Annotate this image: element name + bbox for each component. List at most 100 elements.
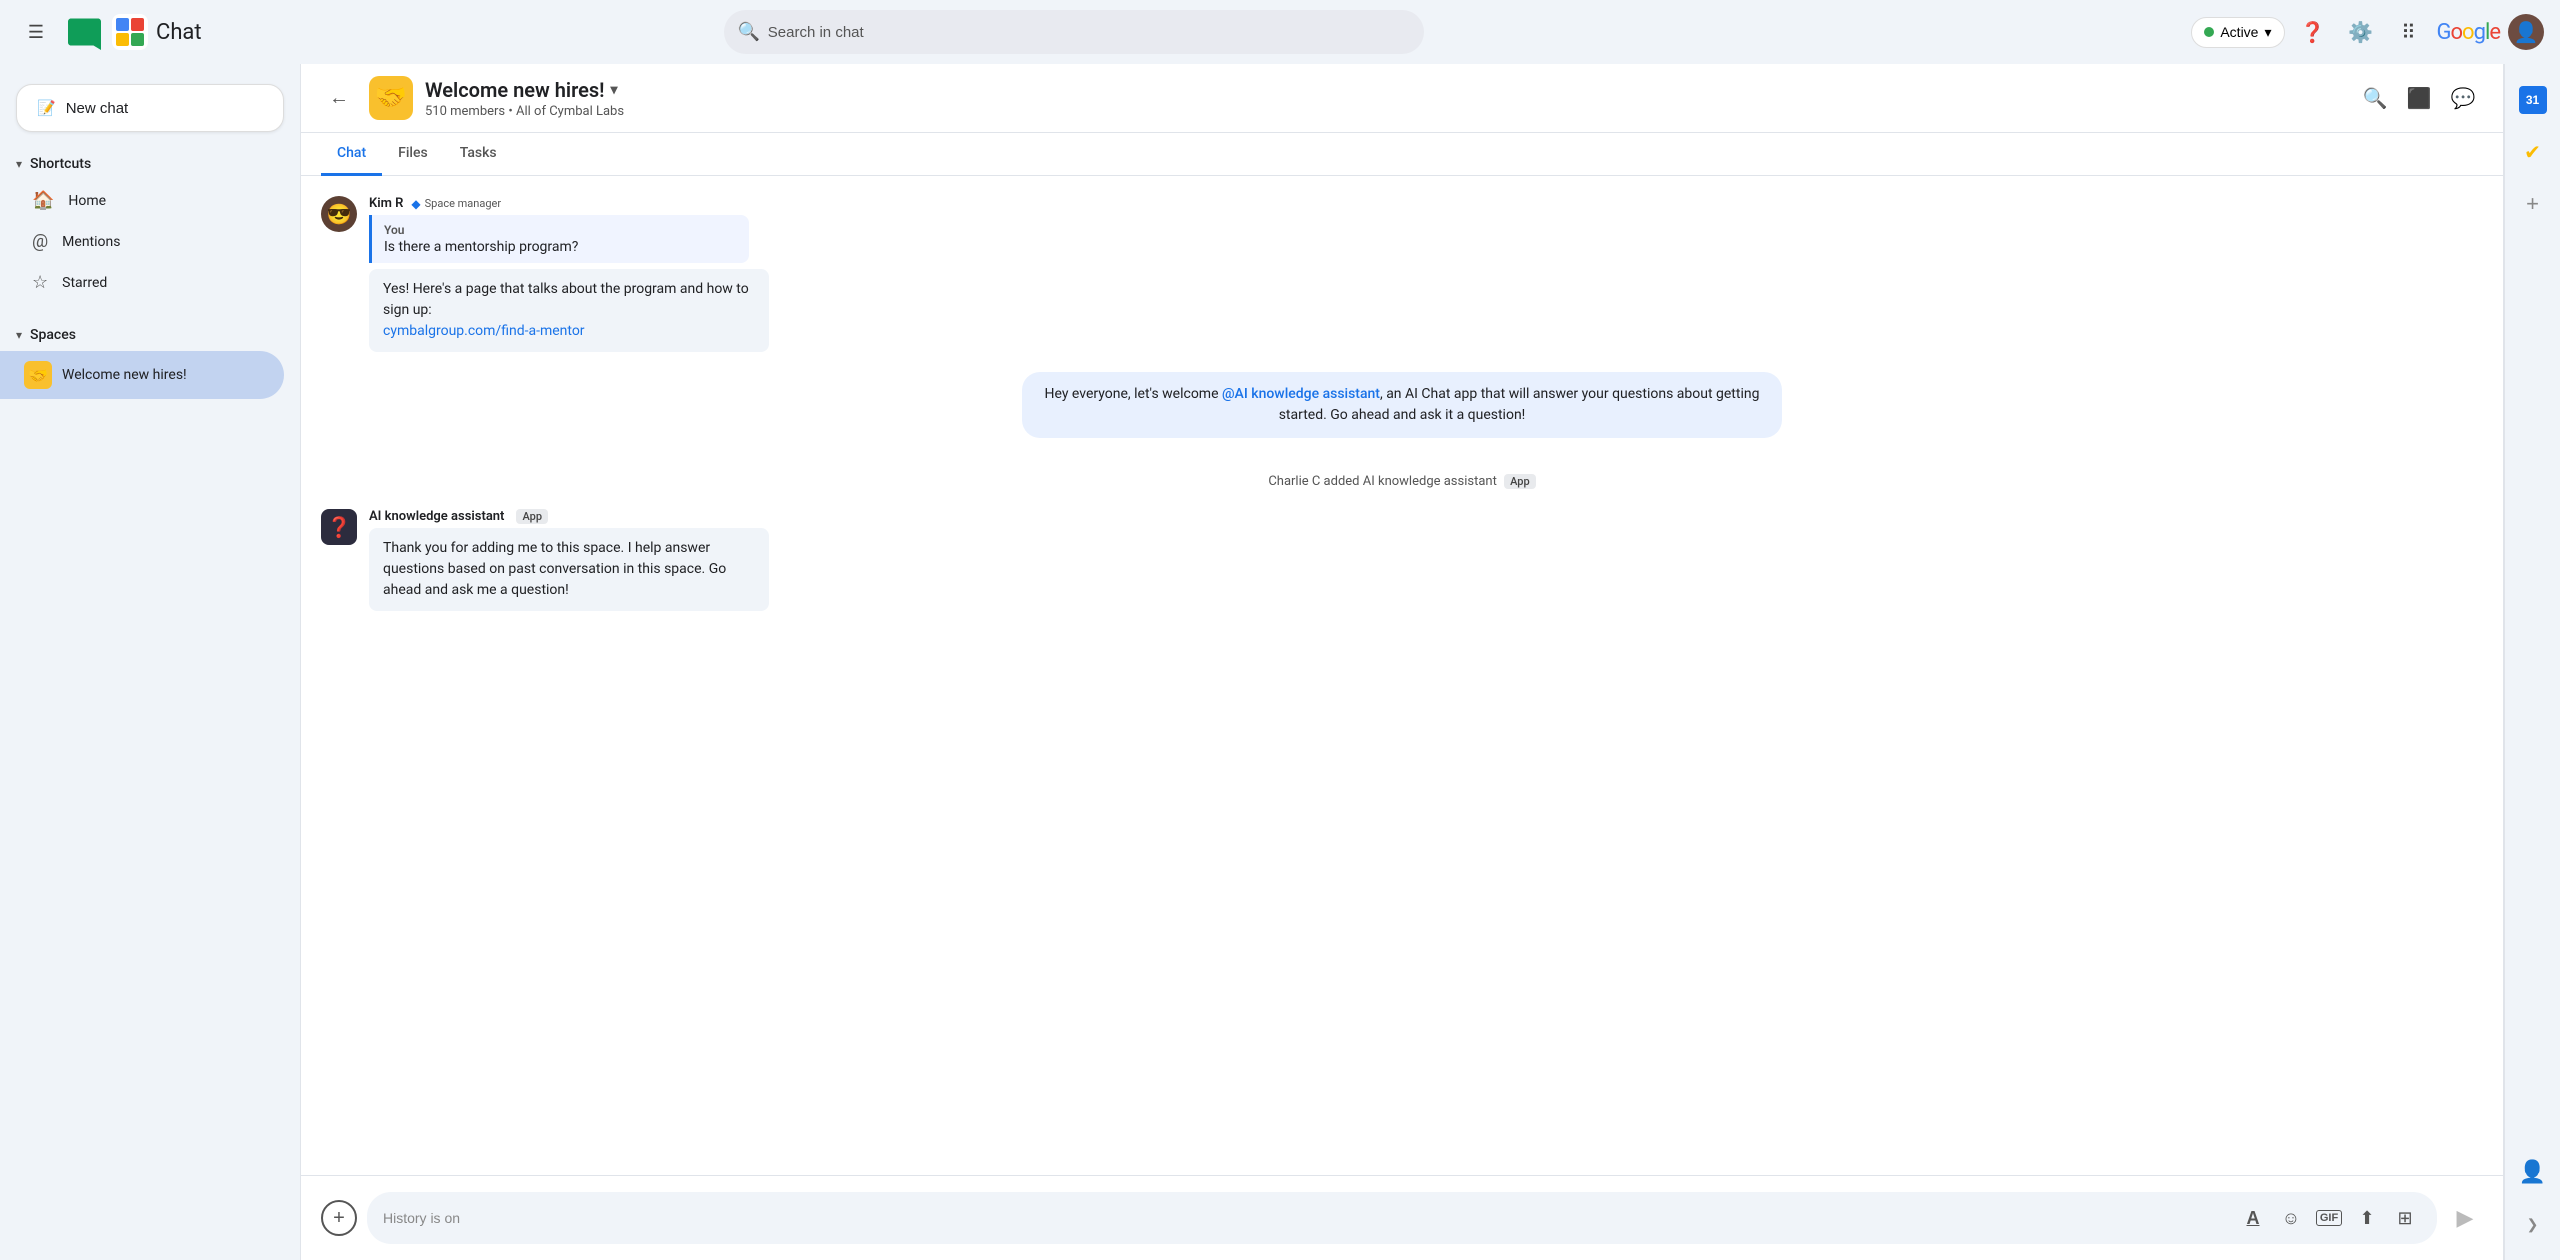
tab-chat-label: Chat — [337, 145, 366, 161]
topbar: ☰ Chat — [0, 0, 2560, 64]
home-label: Home — [68, 193, 106, 209]
upload-icon: ⬆ — [2359, 1208, 2374, 1229]
response-bubble: Yes! Here's a page that talks about the … — [369, 269, 769, 352]
spaces-label: Spaces — [30, 327, 76, 343]
messages-area[interactable]: 😎 Kim R ◆ Space manager You Is there a m… — [301, 176, 2503, 1175]
emoji-icon: ☺ — [2282, 1208, 2300, 1229]
apps-grid-button[interactable]: ⠿ — [2389, 12, 2429, 52]
system-text: Charlie C added AI knowledge assistant — [1268, 474, 1497, 489]
ai-response-text: Thank you for adding me to this space. I… — [383, 540, 726, 598]
new-chat-button[interactable]: 📝 New chat — [16, 84, 284, 132]
search-chat-button[interactable]: 🔍 — [2355, 78, 2395, 118]
user-avatar[interactable]: 👤 — [2508, 14, 2544, 50]
message-group-kim: 😎 Kim R ◆ Space manager You Is there a m… — [321, 196, 2483, 352]
separator: • — [508, 104, 516, 119]
diamond-icon: ◆ — [411, 197, 420, 211]
calendar-icon: 31 — [2519, 86, 2547, 114]
shortcuts-section-header[interactable]: ▾ Shortcuts — [0, 148, 300, 180]
sidebar-item-mentions[interactable]: @ Mentions — [0, 221, 284, 262]
add-attachment-button[interactable]: + — [321, 1200, 357, 1236]
emoji-button[interactable]: ☺ — [2275, 1202, 2307, 1234]
mentions-label: Mentions — [62, 234, 120, 250]
search-input[interactable] — [724, 10, 1424, 54]
kim-sender-row: Kim R ◆ Space manager — [369, 196, 2483, 211]
star-icon: ☆ — [32, 272, 48, 293]
space-header-emoji: 🤝 — [369, 76, 413, 120]
expand-panel-button[interactable]: ❯ — [2513, 1204, 2553, 1244]
back-button[interactable]: ← — [321, 80, 357, 116]
ai-avatar: ❓ — [321, 509, 357, 545]
shortcuts-label: Shortcuts — [30, 156, 91, 172]
tab-files-label: Files — [398, 145, 428, 161]
spaces-section-header[interactable]: ▾ Spaces — [0, 319, 300, 351]
upload-button[interactable]: ⬆ — [2351, 1202, 2383, 1234]
chat-header-info: Welcome new hires! ▾ 510 members • All o… — [425, 78, 2343, 119]
gif-icon: GIF — [2316, 1210, 2342, 1226]
space-manager-badge: ◆ Space manager — [411, 197, 501, 211]
space-title-text: Welcome new hires! — [425, 78, 605, 102]
kim-message-content: Kim R ◆ Space manager You Is there a men… — [369, 196, 2483, 352]
google-chat-logo — [112, 14, 148, 50]
ai-app-badge: App — [516, 509, 548, 524]
grid-icon: ⠿ — [2401, 20, 2416, 45]
menu-button[interactable]: ☰ — [16, 12, 56, 52]
you-label: You — [384, 223, 737, 237]
active-status-button[interactable]: Active ▾ — [2191, 17, 2284, 48]
kim-sender-name: Kim R — [369, 196, 403, 211]
members-count: 510 members — [425, 104, 505, 119]
right-sidebar: 31 ✔ + 👤 ❯ — [2504, 64, 2560, 1260]
ai-mention[interactable]: @AI knowledge assistant — [1222, 386, 1380, 402]
mentor-link[interactable]: cymbalgroup.com/find-a-mentor — [383, 323, 585, 339]
hamburger-icon: ☰ — [28, 22, 44, 43]
format-text-button[interactable]: A — [2237, 1202, 2269, 1234]
question-text: Is there a mentorship program? — [384, 239, 737, 255]
message-group-ai: ❓ AI knowledge assistant App Thank you f… — [321, 509, 2483, 611]
chat-tabs: Chat Files Tasks — [301, 133, 2503, 176]
active-chevron-icon: ▾ — [2264, 24, 2271, 41]
topbar-right: Active ▾ ❓ ⚙️ ⠿ Google 👤 — [2191, 12, 2544, 52]
video-button[interactable]: ⬛ — [2399, 78, 2439, 118]
ai-sender-row: AI knowledge assistant App — [369, 509, 2483, 524]
space-title-button[interactable]: Welcome new hires! ▾ — [425, 78, 2343, 102]
expand-button[interactable]: + — [2513, 184, 2553, 224]
message-input[interactable] — [383, 1210, 2229, 1226]
thread-button[interactable]: 💬 — [2443, 78, 2483, 118]
settings-button[interactable]: ⚙️ — [2341, 12, 2381, 52]
calendar-button[interactable]: 31 — [2513, 80, 2553, 120]
contacts-button[interactable]: 👤 — [2513, 1152, 2553, 1192]
quoted-message: You Is there a mentorship program? — [369, 215, 749, 263]
add-widget-button[interactable]: ⊞ — [2389, 1202, 2421, 1234]
tab-tasks[interactable]: Tasks — [444, 133, 513, 176]
broadcast-wrapper: Hey everyone, let's welcome @AI knowledg… — [321, 372, 2483, 458]
tab-tasks-label: Tasks — [460, 145, 497, 161]
sidebar-item-home[interactable]: 🏠 Home — [0, 180, 284, 221]
system-message: Charlie C added AI knowledge assistant A… — [321, 474, 2483, 489]
ai-sender-name: AI knowledge assistant — [369, 509, 504, 524]
space-members-info: 510 members • All of Cymbal Labs — [425, 104, 2343, 119]
app-name-label: Chat — [156, 20, 202, 45]
plus-icon: + — [2526, 191, 2539, 217]
format-text-icon: A — [2247, 1208, 2260, 1229]
thread-icon: 💬 — [2451, 86, 2476, 111]
space-item-welcome-new-hires[interactable]: 🤝 Welcome new hires! — [0, 351, 284, 399]
gif-button[interactable]: GIF — [2313, 1202, 2345, 1234]
help-button[interactable]: ❓ — [2293, 12, 2333, 52]
broadcast-message: Hey everyone, let's welcome @AI knowledg… — [1022, 372, 1782, 438]
starred-label: Starred — [62, 275, 107, 291]
help-icon: ❓ — [2300, 20, 2325, 45]
add-icon: + — [333, 1207, 345, 1230]
chat-header-actions: 🔍 ⬛ 💬 — [2355, 78, 2483, 118]
sidebar-item-starred[interactable]: ☆ Starred — [0, 262, 284, 303]
chat-logo-icon — [68, 14, 104, 50]
response-text: Yes! Here's a page that talks about the … — [383, 281, 749, 318]
contacts-icon: 👤 — [2519, 1159, 2546, 1185]
tasks-button[interactable]: ✔ — [2513, 132, 2553, 172]
tab-chat[interactable]: Chat — [321, 133, 382, 176]
video-icon: ⬛ — [2407, 86, 2432, 111]
tab-files[interactable]: Files — [382, 133, 444, 176]
space-emoji-icon: 🤝 — [24, 361, 52, 389]
send-icon: ▶ — [2457, 1205, 2474, 1231]
send-button[interactable]: ▶ — [2447, 1200, 2483, 1236]
home-icon: 🏠 — [32, 190, 54, 211]
add-widget-icon: ⊞ — [2397, 1208, 2412, 1229]
